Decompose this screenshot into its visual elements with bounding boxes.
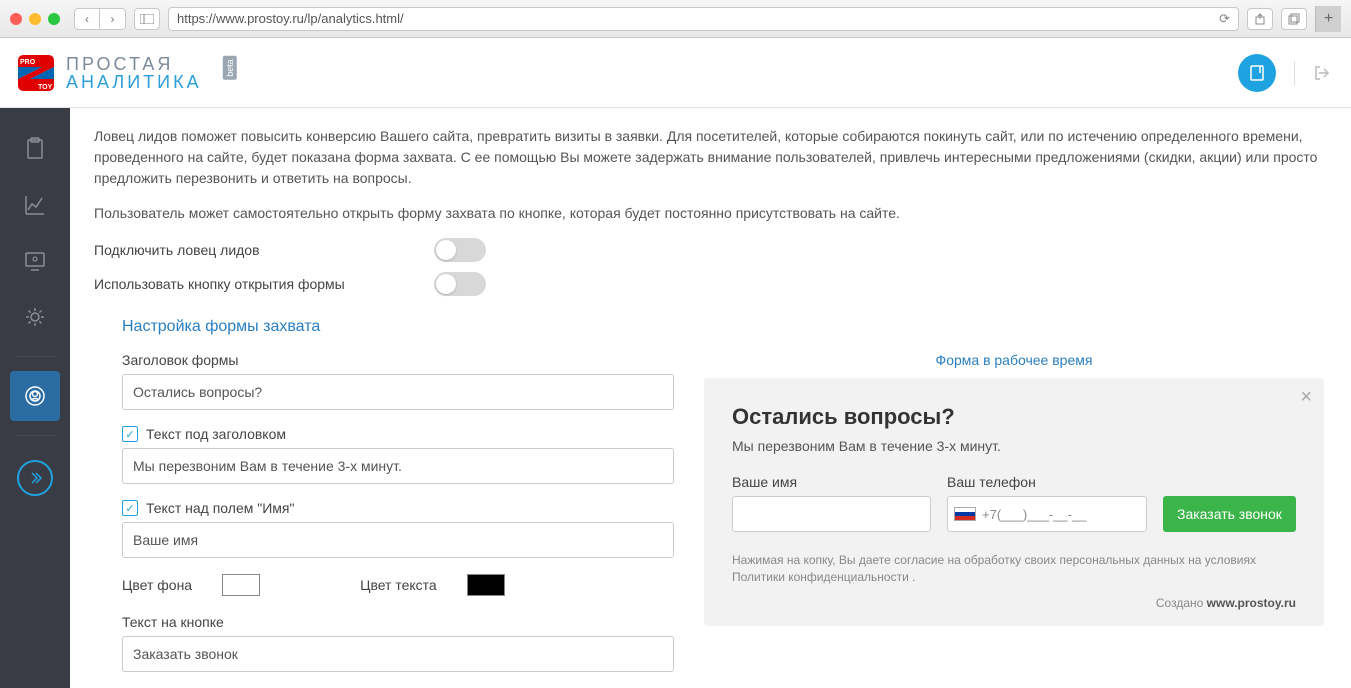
minimize-window-icon[interactable]: [29, 13, 41, 25]
toggle-label-lead-catcher: Подключить ловец лидов: [94, 242, 434, 258]
logo-line2: АНАЛИТИКА: [66, 73, 202, 91]
form-title-input[interactable]: [122, 374, 674, 410]
logo-mark-icon: PRO TOY: [16, 53, 56, 93]
preview-mode-link[interactable]: Форма в рабочее время: [936, 352, 1093, 368]
logout-icon: [1313, 64, 1331, 82]
button-text-label: Текст на кнопке: [122, 614, 224, 630]
form-subtitle-label: Текст под заголовком: [146, 426, 286, 442]
form-name-label-label: Текст над полем "Имя": [146, 500, 294, 516]
gear-icon: [22, 304, 48, 330]
bg-color-swatch[interactable]: [222, 574, 260, 596]
text-color-swatch[interactable]: [467, 574, 505, 596]
monitor-icon: [22, 248, 48, 274]
form-title-label: Заголовок формы: [122, 352, 239, 368]
sidebar-item-clipboard[interactable]: [10, 124, 60, 174]
order-call-button[interactable]: Заказать звонок: [1163, 496, 1296, 532]
logo-line1: ПРОСТАЯ: [66, 55, 202, 73]
toggle-label-use-button: Использовать кнопку открытия формы: [94, 276, 434, 292]
intro-paragraph-1: Ловец лидов поможет повысить конверсию В…: [94, 126, 1327, 189]
checkbox-subtitle[interactable]: ✓: [122, 426, 138, 442]
preview-title: Остались вопросы?: [732, 404, 1296, 430]
logo[interactable]: PRO TOY ПРОСТАЯ АНАЛИТИКА beta: [16, 53, 241, 93]
form-subtitle-input[interactable]: [122, 448, 674, 484]
phone-placeholder: +7(___)___-__-__: [982, 507, 1086, 522]
chevron-right-icon: [27, 470, 43, 486]
help-button[interactable]: [1238, 54, 1276, 92]
book-icon: [1248, 64, 1266, 82]
share-button[interactable]: [1247, 8, 1273, 30]
preview-phone-input[interactable]: +7(___)___-__-__: [947, 496, 1147, 532]
sidebar-item-settings[interactable]: [10, 292, 60, 342]
sidebar: [0, 108, 70, 688]
toggle-use-button[interactable]: [434, 272, 486, 296]
divider: [1294, 61, 1295, 85]
preview-credit: Создано www.prostoy.ru: [732, 596, 1296, 610]
section-title: Настройка формы захвата: [122, 318, 1327, 336]
bg-color-label: Цвет фона: [122, 577, 192, 593]
url-bar[interactable]: https://www.prostoy.ru/lp/analytics.html…: [168, 7, 1239, 31]
text-color-label: Цвет текста: [360, 577, 437, 593]
form-name-label-input[interactable]: [122, 522, 674, 558]
forward-button[interactable]: ›: [100, 8, 126, 30]
browser-toolbar: ‹ › https://www.prostoy.ru/lp/analytics.…: [0, 0, 1351, 38]
toggle-lead-catcher[interactable]: [434, 238, 486, 262]
back-button[interactable]: ‹: [74, 8, 100, 30]
sidebar-expand-button[interactable]: [17, 460, 53, 496]
flag-ru-icon: [954, 507, 976, 521]
checkbox-name-label[interactable]: ✓: [122, 500, 138, 516]
app-header: PRO TOY ПРОСТАЯ АНАЛИТИКА beta: [0, 38, 1351, 108]
preview-name-input[interactable]: [732, 496, 931, 532]
chart-icon: [22, 192, 48, 218]
sidebar-item-leads[interactable]: [10, 371, 60, 421]
close-window-icon[interactable]: [10, 13, 22, 25]
beta-badge: beta: [222, 56, 236, 80]
preview-close-button[interactable]: ×: [1300, 386, 1312, 409]
sidebar-item-monitor[interactable]: [10, 236, 60, 286]
sidebar-toggle-button[interactable]: [134, 8, 160, 30]
tabs-button[interactable]: [1281, 8, 1307, 30]
new-tab-button[interactable]: +: [1315, 6, 1341, 32]
intro-paragraph-2: Пользователь может самостоятельно открыт…: [94, 203, 1327, 224]
svg-text:TOY: TOY: [38, 84, 53, 91]
main-content: Ловец лидов поможет повысить конверсию В…: [70, 108, 1351, 688]
maximize-window-icon[interactable]: [48, 13, 60, 25]
clipboard-icon: [22, 136, 48, 162]
button-text-input[interactable]: [122, 636, 674, 672]
url-text: https://www.prostoy.ru/lp/analytics.html…: [177, 11, 404, 26]
preview-subtitle: Мы перезвоним Вам в течение 3-х минут.: [732, 438, 1296, 454]
svg-text:PRO: PRO: [20, 59, 36, 66]
window-controls: [10, 13, 60, 25]
preview-disclaimer: Нажимая на копку, Вы даете согласие на о…: [732, 552, 1296, 586]
logout-button[interactable]: [1313, 64, 1331, 82]
target-icon: [22, 383, 48, 409]
reload-icon[interactable]: ⟳: [1219, 11, 1230, 27]
preview-phone-label: Ваш телефон: [947, 474, 1147, 490]
preview-name-label: Ваше имя: [732, 474, 931, 490]
sidebar-item-analytics[interactable]: [10, 180, 60, 230]
preview-panel: × Остались вопросы? Мы перезвоним Вам в …: [704, 378, 1324, 626]
